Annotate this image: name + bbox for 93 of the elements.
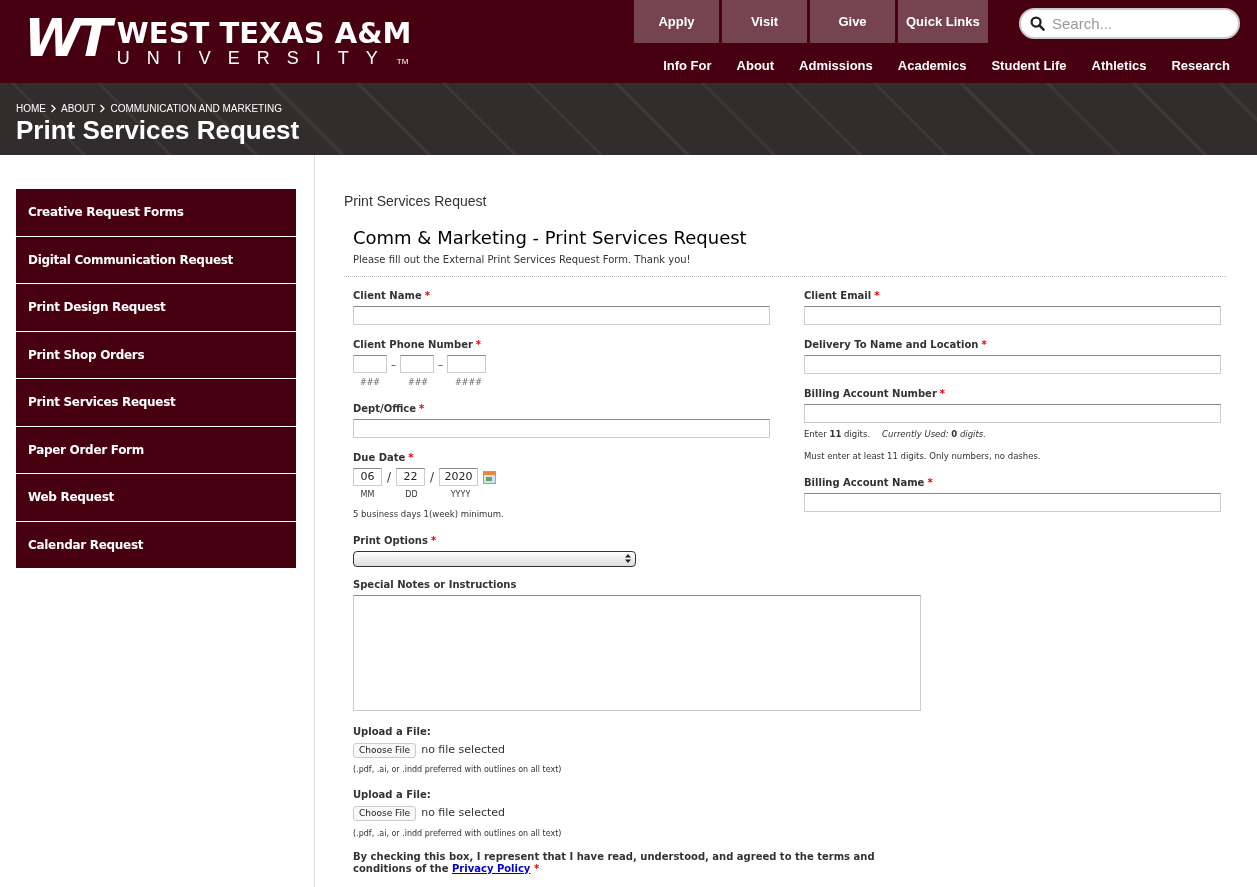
search-icon	[1030, 16, 1045, 31]
sidebar-item[interactable]: Calendar Request	[16, 521, 296, 568]
sidebar-item[interactable]: Digital Communication Request	[16, 236, 296, 283]
help-text: (.pdf, .ai, or .indd preferred with outlines on all text)	[353, 764, 563, 777]
input-field[interactable]: 22	[396, 468, 426, 486]
required-mark: *	[981, 338, 987, 352]
required-mark: *	[533, 862, 540, 874]
input-field[interactable]	[400, 355, 434, 373]
field-hint: ####	[454, 377, 483, 389]
form-intro: Please fill out the External Print Services Request Form. Thank you!	[353, 253, 692, 267]
input-field[interactable]	[353, 306, 770, 325]
field-label: Client Phone Number	[353, 338, 473, 352]
required-mark: *	[475, 338, 482, 352]
help-text: Currently Used: 0 digits.	[882, 428, 986, 441]
input-field[interactable]: 06	[353, 468, 382, 486]
field-label: Delivery To Name and Location	[804, 338, 979, 352]
input-field[interactable]	[804, 404, 1221, 423]
field-label: Special Notes or Instructions	[353, 577, 517, 592]
select-field[interactable]	[353, 550, 636, 567]
field-hint: DD	[404, 489, 419, 501]
field-label: Billing Account Name	[804, 475, 925, 490]
slash-separator: /	[430, 469, 435, 486]
field-label: Upload a File:	[353, 788, 431, 803]
sidebar-item[interactable]: Web Request	[16, 474, 296, 521]
chevron-icon	[99, 104, 107, 113]
page-label: Print Services Request	[344, 192, 488, 211]
header-button[interactable]: Quick Links	[898, 0, 988, 43]
required-mark: *	[874, 289, 880, 303]
search-field[interactable]: Search...	[1019, 8, 1240, 39]
sidebar-item[interactable]: Creative Request Forms	[16, 189, 296, 236]
slash-separator: /	[387, 469, 392, 486]
required-mark: *	[408, 451, 414, 465]
input-field[interactable]: 2020	[439, 468, 479, 486]
field-label: Due Date	[353, 451, 406, 465]
input-field[interactable]	[353, 355, 387, 373]
sidebar-item[interactable]: Print Shop Orders	[16, 331, 296, 378]
choose-file-button[interactable]: Choose File	[353, 806, 417, 821]
input-field[interactable]	[804, 306, 1221, 325]
university-name: WEST TEXAS A&M	[116, 18, 412, 48]
input-field[interactable]	[804, 492, 1221, 512]
header-button[interactable]: Apply	[634, 0, 719, 43]
field-hint: ###	[406, 377, 430, 389]
sidebar-item[interactable]: Paper Order Form	[16, 426, 296, 473]
field-label: Print Options	[353, 533, 428, 548]
dropdown-arrows-icon	[625, 554, 631, 564]
nav-link[interactable]: Research	[1171, 56, 1230, 76]
trademark: TM	[396, 56, 409, 68]
field-label: Dept/Office	[353, 402, 417, 416]
dash-separator: –	[438, 357, 443, 372]
help-text: 5 business days 1(week) minimum.	[353, 508, 505, 521]
logo-mark: WT	[16, 10, 115, 66]
required-mark: *	[430, 533, 437, 548]
nav-link[interactable]: Student Life	[991, 56, 1067, 76]
nav-link[interactable]: Athletics	[1091, 56, 1147, 76]
breadcrumb-link[interactable]: ABOUT	[61, 101, 96, 116]
field-hint: ###	[358, 377, 382, 389]
input-field[interactable]	[804, 355, 1221, 374]
breadcrumb-link[interactable]: COMMUNICATION AND MARKETING	[110, 101, 282, 116]
help-text: (.pdf, .ai, or .indd preferred with outlines on all text)	[353, 827, 563, 840]
help-text: Enter 11 digits.	[804, 428, 871, 441]
field-label: Billing Account Number	[804, 387, 937, 401]
sidebar-item[interactable]: Print Services Request	[16, 379, 296, 426]
page-title: Print Services Request	[16, 114, 300, 147]
required-mark: *	[927, 475, 933, 490]
nav-link[interactable]: Academics	[897, 56, 967, 76]
nav-link[interactable]: Admissions	[799, 56, 873, 76]
privacy-policy-link[interactable]: Privacy Policy	[452, 862, 531, 874]
field-hint: YYYY	[449, 489, 472, 501]
dash-separator: –	[391, 357, 396, 372]
input-field[interactable]	[353, 419, 770, 438]
sidebar-item[interactable]: Print Design Request	[16, 284, 296, 331]
input-field[interactable]	[447, 355, 486, 373]
consent-text: By checking this box, I represent that I have read, understood, and agreed to the terms and conditions of the Privacy Policy *	[353, 850, 876, 875]
field-label: Upload a File:	[353, 724, 431, 739]
field-hint: MM	[359, 489, 376, 501]
file-status: no file selected	[421, 805, 506, 822]
required-mark: *	[424, 289, 430, 303]
form-title: Comm & Marketing - Print Services Request	[353, 226, 748, 250]
required-mark: *	[939, 387, 946, 401]
nav-link[interactable]: Info For	[663, 56, 712, 76]
university-subtitle: UNIVERSITY	[116, 48, 395, 68]
field-label: Client Email	[804, 289, 872, 303]
field-label: Client Name	[353, 289, 422, 303]
file-status: no file selected	[421, 741, 506, 758]
header-button[interactable]: Visit	[722, 0, 807, 43]
nav-link[interactable]: About	[736, 56, 775, 76]
breadcrumb-link[interactable]: HOME	[16, 101, 46, 116]
required-mark: *	[419, 402, 425, 416]
calendar-icon[interactable]	[483, 470, 497, 484]
chevron-icon	[50, 104, 57, 113]
help-text: Must enter at least 11 digits. Only numbers, no dashes.	[804, 449, 1042, 463]
choose-file-button[interactable]: Choose File	[353, 742, 417, 758]
header-button[interactable]: Give	[810, 0, 895, 43]
